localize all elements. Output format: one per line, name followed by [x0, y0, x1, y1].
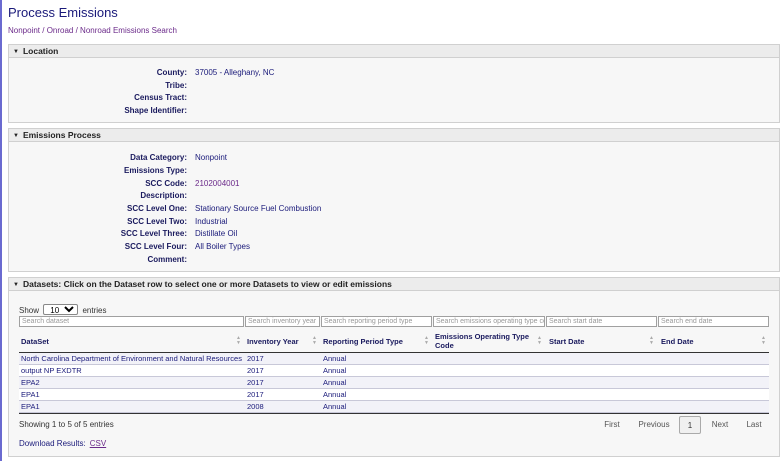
- pager-next-button[interactable]: Next: [705, 416, 735, 434]
- location-header-label: Location: [22, 46, 59, 56]
- download-results-label: Download Results:: [19, 439, 86, 448]
- sort-arrows-icon[interactable]: ▲ ▼: [761, 336, 766, 346]
- reporting-period-cell: Annual: [323, 366, 347, 375]
- page-title: Process Emissions: [8, 5, 118, 20]
- scc-code-link[interactable]: 2102004001: [195, 179, 240, 189]
- location-panel: ▼ Location County: 37005 - Alleghany, NC …: [8, 44, 780, 123]
- breadcrumb-link[interactable]: Nonpoint / Onroad / Nonroad Emissions Se…: [8, 26, 177, 35]
- table-footer-divider: [19, 413, 769, 414]
- pager-last-button[interactable]: Last: [739, 416, 769, 434]
- column-header-operating-type-label: Emissions Operating Type Code: [435, 332, 530, 350]
- column-header-reporting-period[interactable]: Reporting Period Type ▲ ▼: [321, 330, 432, 352]
- reporting-period-cell: Annual: [323, 354, 347, 363]
- column-header-inventory-year-label: Inventory Year: [247, 336, 299, 346]
- description-label: Description:: [140, 191, 187, 200]
- left-accent-border: [0, 0, 2, 461]
- reporting-period-cell: Annual: [323, 390, 347, 399]
- download-results: Download Results: CSV: [19, 439, 106, 448]
- scc-level-four-value: All Boiler Types: [195, 242, 250, 251]
- column-header-dataset-label: DataSet: [21, 336, 49, 346]
- emissions-process-panel-header[interactable]: ▼ Emissions Process: [9, 129, 779, 142]
- show-label: Show: [19, 306, 40, 315]
- dataset-cell: output NP EXDTR: [21, 366, 82, 375]
- table-row[interactable]: EPA1 2017 Annual: [19, 389, 769, 401]
- table-row[interactable]: output NP EXDTR 2017 Annual: [19, 365, 769, 377]
- scc-level-two-value: Industrial: [195, 217, 228, 226]
- datasets-header-label: Datasets: Click on the Dataset row to se…: [22, 279, 392, 289]
- column-header-end-date[interactable]: End Date ▲ ▼: [658, 330, 769, 352]
- data-category-label: Data Category:: [130, 153, 187, 162]
- column-header-dataset[interactable]: DataSet ▲ ▼: [19, 330, 244, 352]
- sort-arrows-icon[interactable]: ▲ ▼: [537, 336, 542, 346]
- census-tract-label: Census Tract:: [134, 93, 187, 102]
- county-value: 37005 - Alleghany, NC: [195, 68, 275, 77]
- table-row[interactable]: EPA1 2008 Annual: [19, 401, 769, 413]
- entries-label: entries: [82, 306, 107, 315]
- inventory-year-cell: 2008: [247, 402, 264, 411]
- inventory-year-cell: 2017: [247, 390, 264, 399]
- emissions-type-label: Emissions Type:: [124, 166, 187, 175]
- location-panel-header[interactable]: ▼ Location: [9, 45, 779, 58]
- comment-label: Comment:: [147, 255, 187, 264]
- scc-level-three-value: Distillate Oil: [195, 229, 238, 238]
- tribe-label: Tribe:: [165, 81, 187, 90]
- table-info-text: Showing 1 to 5 of 5 entries: [19, 420, 114, 429]
- scc-code-label: SCC Code:: [145, 179, 187, 188]
- sort-arrows-icon[interactable]: ▲ ▼: [649, 336, 654, 346]
- collapse-triangle-icon[interactable]: ▼: [13, 46, 19, 59]
- pager-previous-button[interactable]: Previous: [633, 416, 675, 434]
- emissions-process-header-label: Emissions Process: [22, 130, 101, 140]
- search-end-date-input[interactable]: Search end date: [658, 316, 769, 327]
- csv-download-link[interactable]: CSV: [90, 439, 106, 448]
- search-inventory-year-input[interactable]: Search inventory year: [245, 316, 320, 327]
- reporting-period-cell: Annual: [323, 402, 347, 411]
- column-header-end-date-label: End Date: [661, 336, 694, 346]
- search-dataset-input[interactable]: Search dataset: [19, 316, 244, 327]
- scc-level-three-label: SCC Level Three:: [120, 229, 187, 238]
- inventory-year-cell: 2017: [247, 378, 264, 387]
- table-row[interactable]: EPA2 2017 Annual: [19, 377, 769, 389]
- sort-arrows-icon[interactable]: ▲ ▼: [312, 336, 317, 346]
- search-reporting-period-input[interactable]: Search reporting period type: [321, 316, 432, 327]
- column-header-start-date[interactable]: Start Date ▲ ▼: [546, 330, 657, 352]
- inventory-year-cell: 2017: [247, 366, 264, 375]
- collapse-triangle-icon[interactable]: ▼: [13, 279, 19, 292]
- inventory-year-cell: 2017: [247, 354, 264, 363]
- sort-arrows-icon[interactable]: ▲ ▼: [424, 336, 429, 346]
- table-row[interactable]: North Carolina Department of Environment…: [19, 353, 769, 365]
- dataset-cell: EPA2: [21, 378, 40, 387]
- reporting-period-cell: Annual: [323, 378, 347, 387]
- scc-level-one-label: SCC Level One:: [126, 204, 187, 213]
- page-length-select[interactable]: 10: [43, 304, 79, 315]
- dataset-cell: EPA1: [21, 402, 40, 411]
- dataset-cell: North Carolina Department of Environment…: [21, 354, 242, 363]
- collapse-triangle-icon[interactable]: ▼: [13, 130, 19, 143]
- pager-first-button[interactable]: First: [595, 416, 629, 434]
- scc-level-two-label: SCC Level Two:: [127, 217, 187, 226]
- search-operating-type-input[interactable]: Search emissions operating type code: [433, 316, 545, 327]
- scc-level-four-label: SCC Level Four:: [124, 242, 187, 251]
- emissions-process-panel: ▼ Emissions Process Data Category: Nonpoi…: [8, 128, 780, 272]
- search-start-date-input[interactable]: Search start date: [546, 316, 657, 327]
- column-header-operating-type[interactable]: Emissions Operating Type Code ▲ ▼: [433, 330, 545, 352]
- shape-identifier-label: Shape Identifier:: [124, 106, 187, 115]
- breadcrumb[interactable]: Nonpoint / Onroad / Nonroad Emissions Se…: [8, 26, 177, 35]
- dataset-cell: EPA1: [21, 390, 40, 399]
- pager-page-1-button[interactable]: 1: [679, 416, 701, 434]
- county-label: County:: [156, 68, 187, 77]
- column-header-reporting-period-label: Reporting Period Type: [323, 336, 403, 346]
- datasets-panel-header[interactable]: ▼ Datasets: Click on the Dataset row to s…: [9, 278, 779, 291]
- data-category-value: Nonpoint: [195, 153, 228, 162]
- datasets-panel: ▼ Datasets: Click on the Dataset row to s…: [8, 277, 780, 457]
- column-header-start-date-label: Start Date: [549, 336, 585, 346]
- column-header-inventory-year[interactable]: Inventory Year ▲ ▼: [245, 330, 320, 352]
- sort-arrows-icon[interactable]: ▲ ▼: [236, 336, 241, 346]
- page-length-control: Show 10 entries: [19, 304, 107, 315]
- scc-level-one-value: Stationary Source Fuel Combustion: [195, 204, 322, 213]
